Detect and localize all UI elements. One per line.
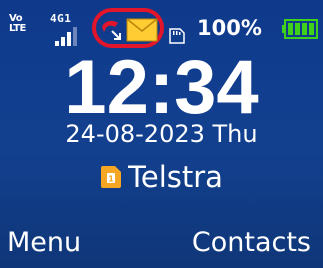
home-screen: Vo LTE 4G1 100% 12:34 24-08-2023 Thu 1 T… — [0, 0, 323, 268]
sim-card-icon: 1 — [101, 166, 122, 188]
menu-softkey[interactable]: Menu — [7, 223, 81, 263]
missed-call-icon[interactable] — [98, 17, 124, 43]
envelope-icon[interactable] — [126, 18, 158, 42]
signal-strength-icon — [55, 27, 77, 46]
sim-slot-number: 1 — [108, 175, 114, 184]
battery-percentage: 100% — [197, 16, 262, 40]
operator-name: Telstra — [128, 160, 223, 194]
volte-label-lte: LTE — [9, 23, 26, 34]
date-label: 24-08-2023 Thu — [65, 120, 258, 148]
clock-time: 12:34 — [64, 45, 259, 130]
contacts-softkey[interactable]: Contacts — [192, 223, 311, 263]
sd-card-icon — [169, 28, 185, 44]
volte-indicator: Vo LTE — [9, 14, 31, 34]
battery-icon — [282, 19, 318, 39]
operator-row: 1 Telstra — [0, 159, 323, 195]
